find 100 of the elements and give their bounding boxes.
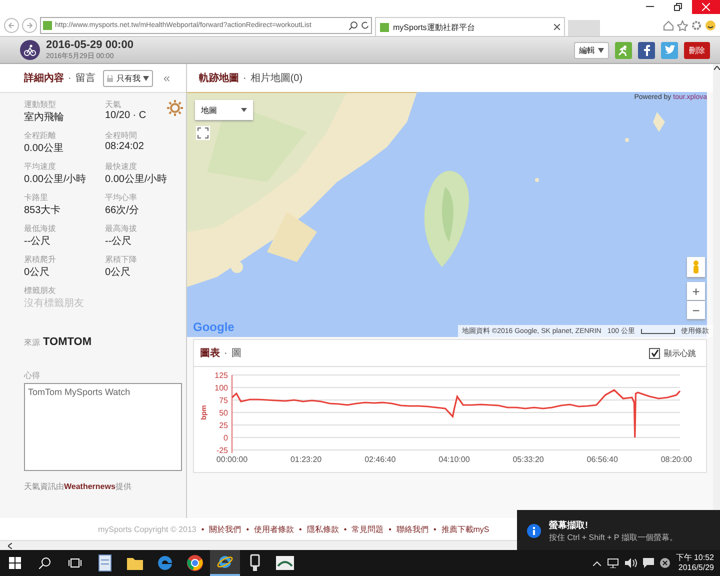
- clock-time[interactable]: 下午 10:52: [676, 553, 714, 563]
- weather-credit: 天氣資訊由Weathernews提供: [23, 481, 132, 492]
- privacy-dropdown[interactable]: 只有我: [103, 70, 154, 86]
- notes-field[interactable]: TomTom MySports Watch: [24, 383, 182, 471]
- stat-value: 0.00公里: [24, 142, 64, 155]
- y-tick-label: 125: [214, 371, 228, 380]
- stat-value: 0公尺: [105, 266, 131, 279]
- runner-share-icon[interactable]: [615, 42, 632, 58]
- stat-label: 最低海拔: [24, 223, 56, 234]
- y-tick-label: 100: [214, 384, 228, 392]
- zoom-out-button[interactable]: −: [687, 301, 705, 319]
- site-icon: [43, 20, 52, 30]
- footer-link[interactable]: 使用者條款: [254, 524, 294, 534]
- weathernews-link[interactable]: Weathernews: [64, 482, 116, 491]
- bullet: •: [388, 524, 392, 534]
- ie-icon[interactable]: [216, 553, 234, 571]
- panel-tab[interactable]: 詳細內容: [24, 71, 64, 85]
- scroll-left-icon[interactable]: [8, 543, 12, 549]
- zoom-in-button[interactable]: +: [687, 282, 705, 300]
- panel-tab[interactable]: 相片地圖(0): [250, 71, 303, 85]
- bullet: •: [299, 524, 302, 534]
- site-icon: [380, 22, 389, 32]
- toast-message: 按住 Ctrl + Shift + P 擷取一個螢幕。: [549, 532, 678, 543]
- map-type-dropdown[interactable]: 地圖: [195, 100, 253, 120]
- notes-label: 心得: [24, 370, 41, 381]
- notepad-icon[interactable]: [97, 554, 113, 572]
- refresh-icon[interactable]: [361, 20, 369, 30]
- caret-icon: [143, 76, 150, 80]
- chevron-up-icon[interactable]: [592, 560, 601, 566]
- x-tick-label: 05:33:20: [512, 455, 544, 464]
- close-circle-icon[interactable]: [660, 558, 670, 568]
- panel-tab[interactable]: 留言: [75, 71, 96, 85]
- stat-value: --公尺: [105, 235, 132, 248]
- x-tick-label: 04:10:00: [438, 455, 470, 464]
- x-tick-label: 02:46:40: [364, 455, 396, 464]
- copyright-text: mySports Copyright © 2013: [98, 524, 196, 534]
- friends-value: 沒有標籤朋友: [24, 296, 85, 310]
- x-tick-label: 01:23:20: [290, 455, 322, 464]
- stat-value: 室內飛輪: [24, 110, 64, 124]
- stat-label: 天氣: [105, 99, 121, 110]
- friends-label: 標籤朋友: [24, 285, 57, 296]
- smiley-icon[interactable]: [705, 20, 716, 30]
- lock-icon: [107, 74, 114, 82]
- source-value: TOMTOM: [43, 336, 92, 348]
- volume-icon[interactable]: [624, 558, 637, 568]
- facebook-icon[interactable]: [638, 42, 655, 58]
- browser-tab[interactable]: mySports運動社群平台: [375, 17, 565, 36]
- delete-button[interactable]: 刪除: [684, 42, 710, 58]
- stat-value: 0公尺: [24, 266, 50, 279]
- caret-icon: [241, 108, 247, 112]
- footer-link[interactable]: 聯絡我們: [396, 524, 428, 534]
- search-icon[interactable]: [349, 20, 358, 30]
- heart-rate-checkbox[interactable]: 顯示心跳: [649, 348, 696, 358]
- message-icon[interactable]: [642, 558, 654, 568]
- footer-link[interactable]: 常見問題: [352, 524, 384, 534]
- fullscreen-icon[interactable]: [196, 126, 210, 140]
- stat-value: 0.00公里/小時: [105, 172, 168, 186]
- separator-dot: ·: [224, 348, 228, 358]
- caret-icon: [598, 48, 604, 52]
- x-tick-label: 08:20:00: [660, 455, 692, 464]
- chrome-icon[interactable]: [186, 554, 204, 572]
- footer-link[interactable]: 隱私條款: [306, 524, 339, 534]
- footer-link[interactable]: 推薦下載myS: [441, 524, 490, 534]
- stat-label: 累積爬升: [24, 254, 56, 265]
- twitter-icon[interactable]: [661, 42, 678, 58]
- edge-icon[interactable]: [156, 554, 174, 572]
- bullet: •: [344, 524, 347, 534]
- cycling-avatar-icon: [20, 40, 40, 60]
- footer-link[interactable]: 關於我們: [209, 524, 242, 534]
- panel-tab[interactable]: 軌跡地圖: [199, 71, 239, 85]
- scroll-up-icon[interactable]: [714, 66, 720, 70]
- close-icon[interactable]: [554, 24, 560, 30]
- device-icon[interactable]: [248, 554, 262, 572]
- stat-label: 全程距離: [24, 130, 56, 141]
- panel-tab[interactable]: 圖: [231, 346, 242, 360]
- panel-tab[interactable]: 圖表: [200, 346, 220, 360]
- edit-dropdown[interactable]: 編輯: [574, 42, 609, 58]
- stat-value: 853大卡: [24, 204, 61, 217]
- collapse-button[interactable]: «: [157, 71, 170, 85]
- star-icon[interactable]: [677, 20, 688, 30]
- bullet: •: [433, 524, 436, 534]
- clock-date[interactable]: 2016/5/29: [678, 563, 714, 573]
- separator-dot: ·: [68, 72, 72, 84]
- sun-icon: [166, 99, 184, 117]
- bullet: •: [201, 524, 204, 534]
- stat-value: 08:24:02: [105, 141, 144, 152]
- y-tick-label: 0: [224, 434, 228, 442]
- network-icon[interactable]: [606, 558, 619, 568]
- toast-title: 螢幕擷取!: [549, 519, 589, 532]
- y-tick-label: 50: [219, 408, 228, 418]
- x-tick-label: 06:56:40: [586, 455, 618, 464]
- info-icon: [527, 524, 541, 538]
- folder-icon[interactable]: [126, 555, 144, 571]
- stat-label: 平均心率: [105, 192, 137, 203]
- stat-label: 平均速度: [24, 161, 56, 172]
- home-icon[interactable]: [663, 20, 674, 30]
- photo-app-icon[interactable]: [275, 555, 295, 571]
- bullet: •: [246, 524, 250, 534]
- close-icon[interactable]: [692, 0, 720, 14]
- stat-value: 10/20 · C: [105, 110, 146, 121]
